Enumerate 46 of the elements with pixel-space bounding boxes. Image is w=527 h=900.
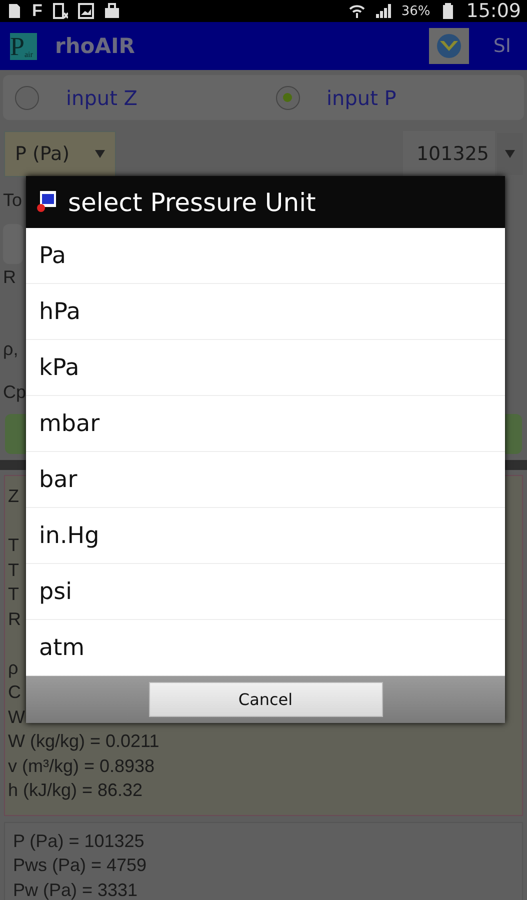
cancel-button[interactable]: Cancel xyxy=(148,682,382,717)
result-line: W xyxy=(8,706,25,728)
result-line: ρ xyxy=(8,656,18,680)
unit-option[interactable]: psi xyxy=(26,564,505,620)
caret-icon xyxy=(505,150,515,158)
result-line: W (kg/kg) = 0.0211 xyxy=(8,730,160,753)
show-button[interactable] xyxy=(429,28,470,64)
result-line: h (kJ/kg) = 86.32 xyxy=(8,779,143,802)
app-title: rhoAIR xyxy=(55,34,136,58)
unit-option[interactable]: Pa xyxy=(26,228,505,284)
dialog-title: select Pressure Unit xyxy=(68,188,316,216)
result-line: T xyxy=(8,583,19,606)
field-label: R xyxy=(3,266,16,289)
field-label: ρ, xyxy=(3,338,18,361)
unit-option[interactable]: bar xyxy=(26,452,505,508)
caret-icon xyxy=(95,150,105,158)
battery-percent: 36% xyxy=(401,4,430,18)
briefcase-icon xyxy=(104,3,120,19)
result-line: Pw (Pa) = 3331 xyxy=(13,878,138,900)
input-card xyxy=(3,224,23,264)
field-label: To xyxy=(3,189,22,212)
result-line: Z xyxy=(8,485,19,508)
signal-icon xyxy=(375,3,392,19)
radio-button[interactable] xyxy=(15,86,39,110)
result-line: T xyxy=(8,558,19,582)
app-logo: Pair xyxy=(10,32,37,60)
app-icon xyxy=(36,191,56,213)
sd-card-icon xyxy=(6,3,22,19)
result-line: Pws (Pa) = 4759 xyxy=(13,854,147,877)
notification-letter: F xyxy=(32,1,42,21)
wifi-icon xyxy=(349,3,366,19)
unit-option[interactable]: mbar xyxy=(26,396,505,452)
unit-option[interactable]: hPa xyxy=(26,284,505,340)
radio-button[interactable] xyxy=(276,86,300,110)
result-line: v (m³/kg) = 0.8938 xyxy=(8,754,155,778)
field-label: Cp xyxy=(3,381,26,404)
image-icon xyxy=(78,3,94,19)
clock: 15:09 xyxy=(466,0,521,22)
unit-option[interactable]: atm xyxy=(26,620,505,676)
result-line: R xyxy=(8,608,21,630)
unit-option[interactable]: kPa xyxy=(26,340,505,396)
result-line: T xyxy=(8,534,19,557)
document-icon xyxy=(52,3,68,19)
unit-option[interactable]: in.Hg xyxy=(26,508,505,564)
result-line: P (Pa) = 101325 xyxy=(13,830,144,853)
result-line: C xyxy=(8,681,21,704)
